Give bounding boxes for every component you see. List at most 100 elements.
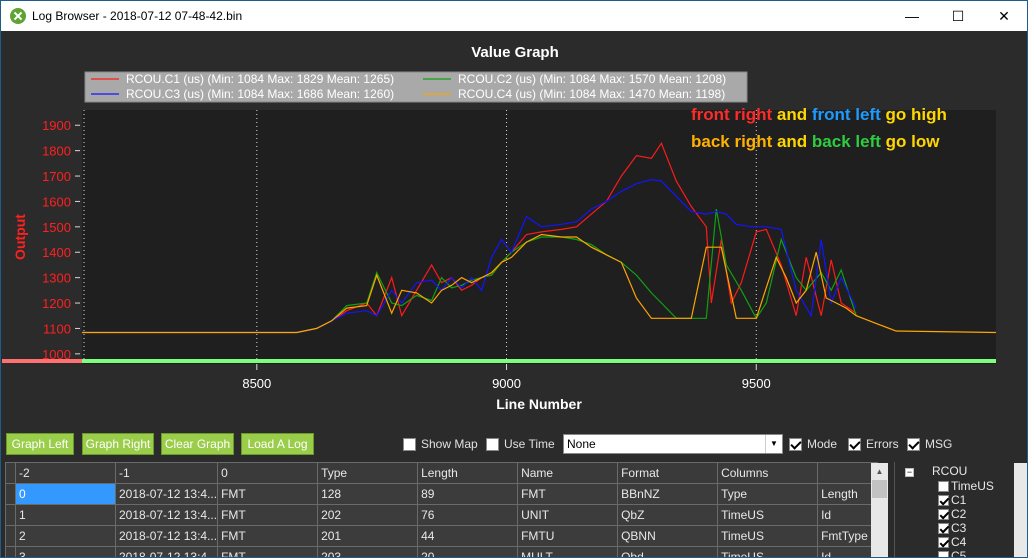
mode-checkbox[interactable]: Mode [789, 437, 837, 451]
log-data-grid[interactable]: -2 -1 0 Type Length Name Format Columns … [5, 462, 888, 557]
scroll-up-icon[interactable]: ▲ [871, 463, 888, 480]
scroll-thumb[interactable] [872, 480, 887, 498]
table-cell[interactable]: FMT [217, 525, 319, 547]
table-cell[interactable]: 1 [15, 504, 116, 526]
table-cell[interactable]: 203 [317, 546, 419, 557]
tree-item-c1[interactable]: C1 [938, 493, 966, 507]
use-time-checkbox[interactable]: Use Time [486, 437, 555, 451]
value-graph-panel[interactable]: 1000 1100 1200 1300 1400 1500 1600 1700 1800 1900… [2, 32, 1028, 424]
table-cell[interactable]: UNIT [517, 504, 619, 526]
log-table[interactable]: -2 -1 0 Type Length Name Format Columns … [5, 462, 879, 557]
table-cell[interactable]: FMT [517, 483, 619, 505]
use-time-box[interactable] [486, 437, 499, 451]
table-cell[interactable]: 2018-07-12 13:4... [114, 546, 219, 557]
value-graph[interactable]: 1000 1100 1200 1300 1400 1500 1600 1700 1800 1900… [2, 32, 1028, 424]
table-row[interactable]: 0 2018-07-12 13:4... FMT 128 89 FMT BBnNZ Type L… [5, 483, 879, 505]
table-cell[interactable]: 201 [317, 525, 419, 547]
table-cell[interactable]: FMT [217, 483, 319, 505]
column-header[interactable] [817, 462, 879, 484]
table-cell[interactable]: FMTU [517, 525, 619, 547]
column-header[interactable]: 0 [217, 462, 319, 484]
collapse-icon[interactable]: − [905, 468, 914, 477]
table-cell[interactable]: FMT [217, 546, 319, 557]
clear-graph-button[interactable]: Clear Graph [161, 433, 234, 455]
table-cell[interactable]: Length [817, 483, 879, 505]
field-tree[interactable]: − RCOU TimeUS C1 C2 C3 C4 C5 [894, 462, 1027, 557]
column-header[interactable]: Length [417, 462, 519, 484]
row-header[interactable] [5, 483, 16, 505]
column-header[interactable]: Columns [717, 462, 819, 484]
column-header[interactable]: Type [317, 462, 419, 484]
table-cell[interactable]: Id [817, 504, 879, 526]
column-header[interactable]: Name [517, 462, 619, 484]
show-map-checkbox[interactable]: Show Map [403, 437, 478, 451]
legend-entry[interactable]: RCOU.C3 (us) (Min: 1084 Max: 1686 Mean: … [126, 87, 394, 101]
table-row[interactable]: 3 2018-07-12 13:4... FMT 203 20 MULT Qbd TimeUS… [5, 546, 879, 557]
table-cell[interactable]: 44 [417, 525, 519, 547]
table-cell[interactable]: TimeUS [717, 546, 819, 557]
table-cell[interactable]: 0 [15, 483, 116, 505]
column-header[interactable]: -1 [114, 462, 219, 484]
row-header[interactable] [5, 546, 16, 557]
table-cell[interactable]: 2 [15, 525, 116, 547]
table-cell[interactable]: 3 [15, 546, 116, 557]
table-cell[interactable]: MULT [517, 546, 619, 557]
table-cell[interactable]: 2018-07-12 13:4... [114, 483, 219, 505]
chevron-down-icon[interactable]: ▼ [765, 435, 782, 453]
tree-item-c4[interactable]: C4 [938, 535, 966, 549]
tree-item-c2[interactable]: C2 [938, 507, 966, 521]
column-header[interactable]: Format [617, 462, 719, 484]
table-cell[interactable]: 89 [417, 483, 519, 505]
table-cell[interactable]: FmtType [817, 525, 879, 547]
graph-right-button[interactable]: Graph Right [82, 433, 154, 455]
legend-entry[interactable]: RCOU.C1 (us) (Min: 1084 Max: 1829 Mean: … [126, 72, 394, 86]
graph-left-button[interactable]: Graph Left [6, 433, 74, 455]
column-header[interactable]: -2 [15, 462, 116, 484]
tree-checkbox[interactable] [938, 550, 949, 557]
table-cell[interactable]: Id [817, 546, 879, 557]
range-bar[interactable] [82, 359, 996, 363]
load-log-button[interactable]: Load A Log [241, 433, 314, 455]
tree-checkbox[interactable] [938, 508, 949, 520]
table-row[interactable]: 2 2018-07-12 13:4... FMT 201 44 FMTU QBNN TimeU… [5, 525, 879, 547]
msg-box[interactable] [907, 437, 920, 451]
mode-box[interactable] [789, 437, 802, 451]
minimize-button[interactable]: — [889, 1, 935, 31]
legend-entry[interactable]: RCOU.C4 (us) (Min: 1084 Max: 1470 Mean: … [458, 87, 725, 101]
errors-checkbox[interactable]: Errors [848, 437, 899, 451]
legend-entry[interactable]: RCOU.C2 (us) (Min: 1084 Max: 1570 Mean: … [458, 72, 726, 86]
msg-checkbox[interactable]: MSG [907, 437, 952, 451]
table-cell[interactable]: 128 [317, 483, 419, 505]
errors-box[interactable] [848, 437, 861, 451]
tree-checkbox[interactable] [938, 536, 949, 548]
table-cell[interactable]: Qbd [617, 546, 719, 557]
tree-item-c3[interactable]: C3 [938, 521, 966, 535]
table-cell[interactable]: 202 [317, 504, 419, 526]
table-cell[interactable]: 2018-07-12 13:4... [114, 504, 219, 526]
table-cell[interactable]: FMT [217, 504, 319, 526]
table-cell[interactable]: 76 [417, 504, 519, 526]
table-cell[interactable]: QbZ [617, 504, 719, 526]
close-button[interactable]: ✕ [981, 1, 1027, 31]
table-scrollbar[interactable]: ▲ [871, 463, 888, 557]
table-row[interactable]: 1 2018-07-12 13:4... FMT 202 76 UNIT QbZ TimeUS… [5, 504, 879, 526]
tree-scrollbar[interactable] [1014, 463, 1027, 557]
row-header[interactable] [5, 525, 16, 547]
row-header[interactable] [5, 504, 16, 526]
tree-item-c5[interactable]: C5 [938, 549, 966, 557]
table-cell[interactable]: 20 [417, 546, 519, 557]
table-cell[interactable]: QBNN [617, 525, 719, 547]
tree-item-timeus[interactable]: TimeUS [938, 479, 994, 493]
maximize-button[interactable]: ☐ [935, 1, 981, 31]
table-cell[interactable]: TimeUS [717, 504, 819, 526]
tree-checkbox[interactable] [938, 494, 949, 506]
table-cell[interactable]: TimeUS [717, 525, 819, 547]
table-cell[interactable]: 2018-07-12 13:4... [114, 525, 219, 547]
table-cell[interactable]: Type [717, 483, 819, 505]
field-select[interactable]: None ▼ [563, 434, 783, 454]
tree-checkbox[interactable] [938, 480, 949, 492]
show-map-box[interactable] [403, 437, 416, 451]
table-cell[interactable]: BBnNZ [617, 483, 719, 505]
tree-checkbox[interactable] [938, 522, 949, 534]
tree-root-rcou[interactable]: RCOU [932, 464, 967, 478]
